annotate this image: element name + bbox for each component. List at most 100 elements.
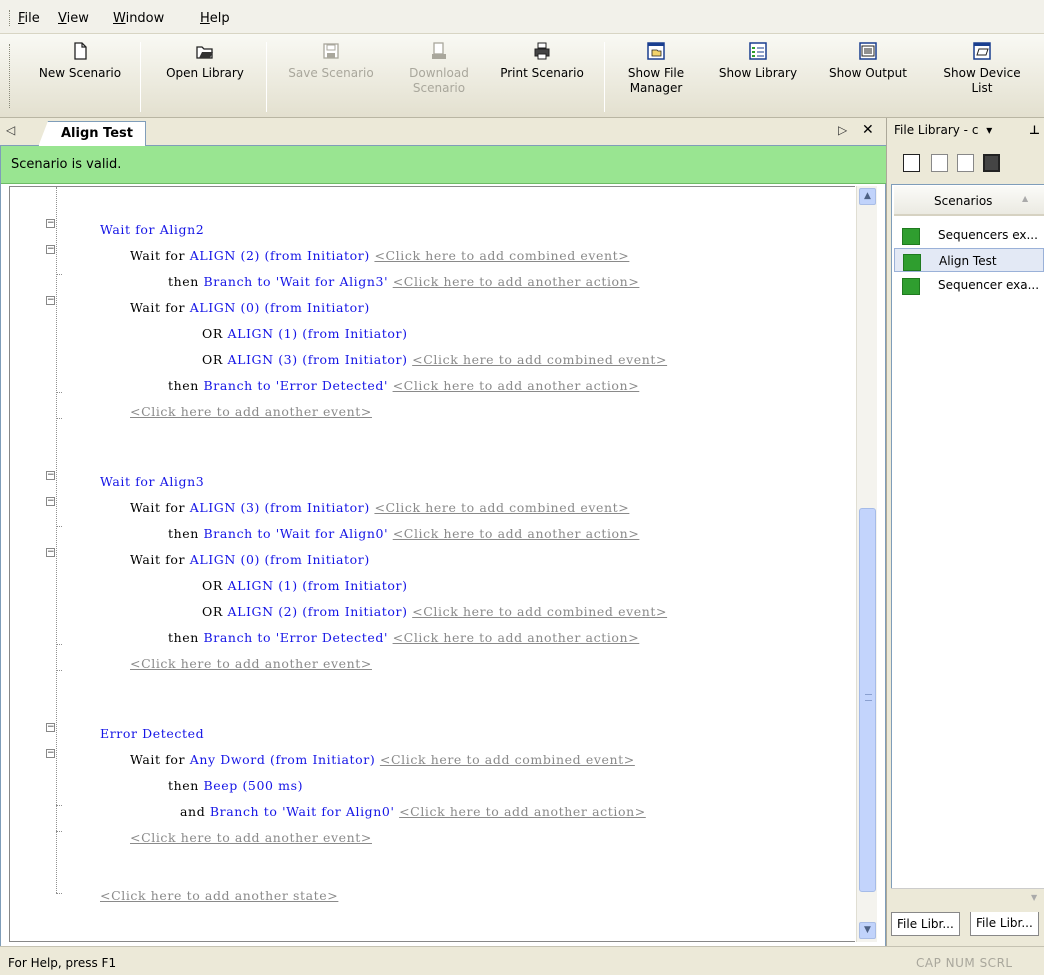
save-file-icon[interactable] [931, 154, 948, 172]
state-title[interactable]: Wait for Align3 [100, 474, 204, 489]
collapse-icon[interactable]: − [46, 723, 55, 732]
scroll-down-icon[interactable]: ▼ [859, 922, 876, 939]
code-line[interactable]: then Branch to 'Wait for Align3' <Click … [168, 274, 639, 289]
add-placeholder-link[interactable]: <Click here to add another action> [393, 526, 640, 541]
collapse-icon[interactable]: − [46, 296, 55, 305]
menu-view[interactable]: View [58, 11, 89, 26]
add-placeholder-link[interactable]: <Click here to add combined event> [380, 752, 635, 767]
scrollbar-thumb[interactable] [859, 508, 876, 892]
event-token[interactable]: ALIGN (1) (from Initiator) [227, 326, 407, 341]
collapse-icon[interactable]: − [46, 471, 55, 480]
list-item[interactable]: Align Test [894, 248, 1044, 272]
code-line[interactable]: Wait for Any Dword (from Initiator) <Cli… [130, 752, 635, 767]
add-placeholder-link[interactable]: <Click here to add another action> [393, 630, 640, 645]
show-output-button[interactable]: Show Output [816, 40, 920, 116]
code-line[interactable]: Wait for ALIGN (0) (from Initiator) [130, 552, 370, 567]
menu-window[interactable]: Window [113, 11, 164, 26]
code-line[interactable]: then Branch to 'Error Detected' <Click h… [168, 630, 639, 645]
event-token[interactable]: Branch to 'Wait for Align0' [204, 526, 389, 541]
status-bar: For Help, press F1 CAP NUM SCRL [0, 946, 1044, 975]
scenario-code-area[interactable]: − − − − − − − − Wait for Align2 Wait for … [9, 186, 855, 942]
collapse-icon[interactable]: − [46, 219, 55, 228]
code-line[interactable]: OR ALIGN (1) (from Initiator) [202, 578, 408, 593]
list-item[interactable]: Sequencer exa... [894, 273, 1044, 297]
add-placeholder-link[interactable]: <Click here to add another action> [393, 274, 640, 289]
event-token[interactable]: Branch to 'Wait for Align0' [210, 804, 395, 819]
code-line[interactable]: <Click here to add another event> [130, 656, 372, 671]
collapse-icon[interactable]: − [46, 245, 55, 254]
code-line[interactable]: OR ALIGN (3) (from Initiator) <Click her… [202, 352, 667, 367]
add-placeholder-link[interactable]: <Click here to add combined event> [374, 248, 629, 263]
list-horizontal-scrollbar[interactable]: ▼ [891, 888, 1044, 908]
show-file-manager-button[interactable]: Show File Manager [612, 40, 700, 116]
collapse-icon[interactable]: − [46, 548, 55, 557]
event-token[interactable]: ALIGN (2) (from Initiator) [227, 604, 407, 619]
code-line[interactable]: Wait for ALIGN (3) (from Initiator) <Cli… [130, 500, 629, 515]
keyword: then [168, 630, 204, 645]
add-placeholder-link[interactable]: <Click here to add combined event> [412, 604, 667, 619]
editor-vertical-scrollbar[interactable]: ▲ ▼ [856, 186, 877, 942]
show-library-button[interactable]: Show Library [706, 40, 810, 116]
event-token[interactable]: Branch to 'Error Detected' [204, 630, 389, 645]
show-file-manager-label-2: Manager [629, 81, 683, 95]
code-line[interactable]: and Branch to 'Wait for Align0' <Click h… [180, 804, 646, 819]
add-placeholder-link[interactable]: <Click here to add another event> [130, 656, 372, 671]
collapse-icon[interactable]: − [46, 749, 55, 758]
event-token[interactable]: ALIGN (1) (from Initiator) [227, 578, 407, 593]
show-device-list-label-2: List [971, 81, 993, 95]
event-token[interactable]: ALIGN (3) (from Initiator) [190, 500, 370, 515]
state-title[interactable]: Error Detected [100, 726, 204, 741]
add-placeholder-link[interactable]: <Click here to add another state> [100, 888, 338, 903]
menu-file[interactable]: File [18, 11, 40, 26]
tab-file-library-1[interactable]: File Libr... [891, 912, 960, 936]
scrollbar-grip [865, 694, 872, 701]
event-token[interactable]: Any Dword (from Initiator) [190, 752, 376, 767]
collapse-icon[interactable]: − [46, 497, 55, 506]
new-scenario-button[interactable]: New Scenario [28, 40, 132, 116]
download-scenario-button[interactable]: Download Scenario [396, 40, 482, 116]
add-placeholder-link[interactable]: <Click here to add combined event> [412, 352, 667, 367]
pin-icon[interactable]: ⊥ [1029, 123, 1040, 137]
event-token[interactable]: Beep (500 ms) [204, 778, 304, 793]
save-copy-icon[interactable] [983, 154, 1000, 172]
code-line[interactable]: then Beep (500 ms) [168, 778, 303, 793]
state-title[interactable]: Wait for Align2 [100, 222, 204, 237]
tab-scroll-right-icon[interactable]: ▷ [838, 123, 847, 137]
list-item[interactable]: Sequencers ex... [894, 223, 1044, 247]
print-scenario-button[interactable]: Print Scenario [488, 40, 596, 116]
save-scenario-button[interactable]: Save Scenario [276, 40, 386, 116]
menu-help[interactable]: Help [200, 11, 230, 26]
code-line[interactable]: <Click here to add another event> [130, 404, 372, 419]
event-token[interactable]: ALIGN (0) (from Initiator) [190, 300, 370, 315]
event-token[interactable]: ALIGN (0) (from Initiator) [190, 552, 370, 567]
code-line[interactable]: <Click here to add another event> [130, 830, 372, 845]
code-line[interactable]: <Click here to add another state> [100, 888, 338, 903]
open-library-button[interactable]: Open Library [150, 40, 260, 116]
add-placeholder-link[interactable]: <Click here to add another action> [399, 804, 646, 819]
add-placeholder-link[interactable]: <Click here to add combined event> [374, 500, 629, 515]
event-token[interactable]: Branch to 'Wait for Align3' [204, 274, 389, 289]
code-line[interactable]: OR ALIGN (1) (from Initiator) [202, 326, 408, 341]
scroll-up-icon[interactable]: ▲ [859, 188, 876, 205]
code-line[interactable]: Wait for ALIGN (0) (from Initiator) [130, 300, 370, 315]
code-line[interactable]: OR ALIGN (2) (from Initiator) <Click her… [202, 604, 667, 619]
save-all-icon[interactable] [957, 154, 974, 172]
tab-close-icon[interactable]: ✕ [862, 122, 874, 138]
code-line[interactable]: Wait for ALIGN (2) (from Initiator) <Cli… [130, 248, 629, 263]
panel-dropdown-icon[interactable]: ▾ [986, 123, 992, 137]
add-placeholder-link[interactable]: <Click here to add another action> [393, 378, 640, 393]
add-placeholder-link[interactable]: <Click here to add another event> [130, 404, 372, 419]
add-placeholder-link[interactable]: <Click here to add another event> [130, 830, 372, 845]
event-token[interactable]: ALIGN (3) (from Initiator) [227, 352, 407, 367]
scenarios-column-header[interactable]: Scenarios ▲ [894, 186, 1044, 216]
event-token[interactable]: Branch to 'Error Detected' [204, 378, 389, 393]
scroll-down-icon[interactable]: ▼ [1031, 893, 1037, 902]
tab-scroll-left-icon[interactable]: ◁ [6, 123, 15, 137]
tab-align-test[interactable]: Align Test [38, 121, 146, 147]
tab-file-library-2[interactable]: File Libr... [970, 912, 1039, 936]
event-token[interactable]: ALIGN (2) (from Initiator) [190, 248, 370, 263]
new-file-icon[interactable] [903, 154, 920, 172]
code-line[interactable]: then Branch to 'Wait for Align0' <Click … [168, 526, 639, 541]
code-line[interactable]: then Branch to 'Error Detected' <Click h… [168, 378, 639, 393]
show-device-list-button[interactable]: Show Device List [930, 40, 1034, 116]
